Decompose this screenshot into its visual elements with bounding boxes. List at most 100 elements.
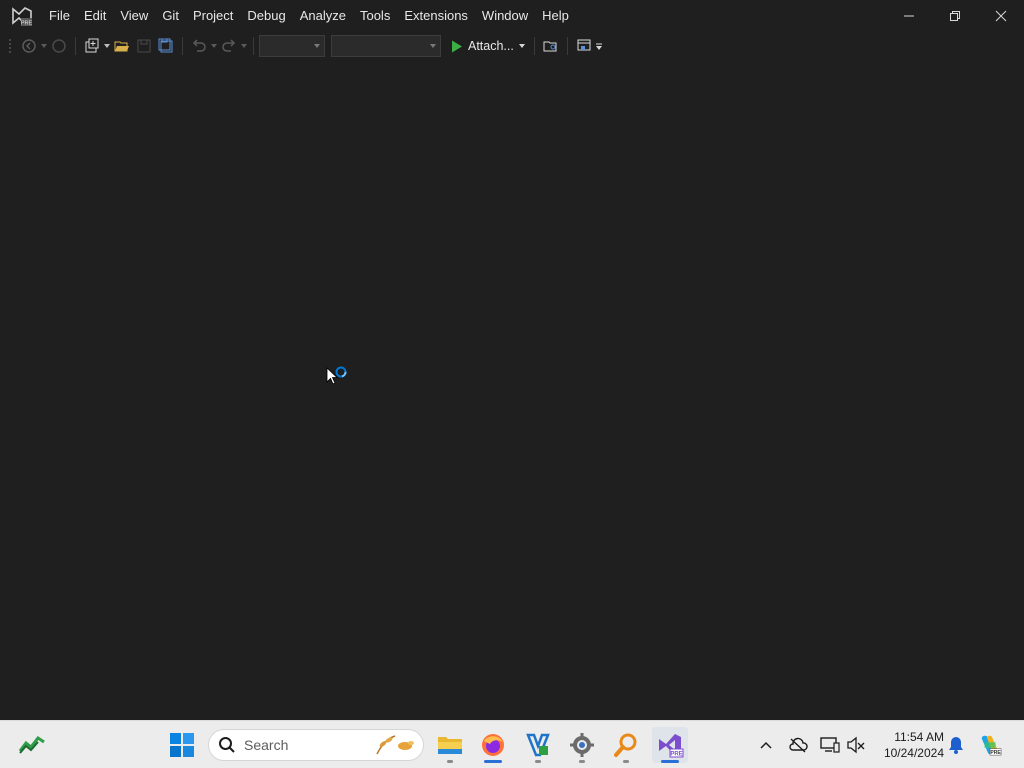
standard-toolbar: Attach... [0,32,1024,60]
new-project-dropdown[interactable] [103,35,111,57]
save-all-icon [158,38,173,53]
running-indicator [661,760,679,763]
taskbar-search-box[interactable]: Search [208,729,424,761]
redo-dropdown[interactable] [240,35,248,57]
window-layout-button[interactable] [573,35,595,57]
running-indicator [623,760,629,763]
forward-icon [52,39,66,53]
tray-network[interactable] [818,733,842,757]
chevron-down-icon [41,44,47,48]
restore-icon [950,11,960,21]
navigate-back-button[interactable] [18,35,40,57]
solution-configuration-combo[interactable] [259,35,325,57]
taskbar-visual-studio-installer[interactable] [520,727,556,763]
undo-button[interactable] [188,35,210,57]
chevron-down-icon [211,44,217,48]
attach-button[interactable]: Attach... [447,35,529,57]
taskbar-search-tool[interactable] [608,727,644,763]
notifications-button[interactable] [944,733,968,757]
running-indicator [535,760,541,763]
visual-studio-preview-icon: PRE [659,734,684,758]
menu-bar: File Edit View Git Project Debug Analyze… [42,0,576,32]
autumn-leaves-icon [376,735,414,755]
save-icon [137,39,151,53]
undo-icon [192,39,206,52]
window-controls [886,0,1024,32]
solution-platform-combo[interactable] [331,35,441,57]
new-project-button[interactable] [81,35,103,57]
main-workspace[interactable] [0,60,1024,720]
clock-date: 10/24/2024 [883,746,944,760]
menu-view[interactable]: View [113,0,155,32]
taskbar: Search PRE 11:54 AM 10/24/2024 PRE [0,720,1024,768]
taskbar-clock[interactable]: 11:54 AM 10/24/2024 [872,729,944,761]
clock-time: 11:54 AM [894,730,944,744]
taskbar-settings[interactable] [564,727,600,763]
chevron-down-icon [314,44,320,48]
running-indicator [447,760,453,763]
menu-git[interactable]: Git [155,0,186,32]
show-hidden-icons-button[interactable] [754,733,778,757]
visual-studio-logo-icon[interactable]: PRE [10,4,34,28]
running-indicator [579,760,585,763]
save-button[interactable] [133,35,155,57]
menu-project[interactable]: Project [186,0,240,32]
visual-studio-installer-icon [526,733,550,757]
menu-analyze[interactable]: Analyze [293,0,353,32]
tray-onedrive[interactable] [786,733,810,757]
bell-icon [949,737,963,754]
close-button[interactable] [978,0,1024,32]
redo-button[interactable] [218,35,240,57]
run-icon [452,40,462,52]
magnifier-icon [614,733,637,757]
toolbar-separator [253,37,254,55]
menu-extensions[interactable]: Extensions [397,0,475,32]
minimize-icon [904,15,914,17]
save-all-button[interactable] [155,35,177,57]
menu-tools[interactable]: Tools [353,0,397,32]
open-file-button[interactable] [111,35,133,57]
stock-chart-icon [18,735,45,754]
toolbar-separator [566,37,568,55]
copilot-icon: PRE [981,735,1001,756]
menu-help[interactable]: Help [535,0,576,32]
chevron-down-icon [430,44,436,48]
cloud-offline-icon [789,737,808,753]
chevron-up-icon [760,741,772,749]
minimize-button[interactable] [886,0,932,32]
chevron-down-icon [104,44,110,48]
windows-logo-icon [170,733,194,757]
menu-edit[interactable]: Edit [77,0,113,32]
toolbar-grip-icon[interactable] [8,37,14,55]
search-icon [219,737,235,753]
taskbar-file-explorer[interactable] [432,727,468,763]
taskbar-firefox[interactable] [475,727,511,763]
restore-button[interactable] [932,0,978,32]
navigate-forward-button[interactable] [48,35,70,57]
open-folder-icon [114,41,129,52]
gear-icon [570,733,594,757]
attach-label: Attach... [468,39,514,53]
search-placeholder: Search [244,737,289,753]
start-button[interactable] [168,731,196,759]
redo-icon [222,39,236,52]
widgets-button[interactable] [18,733,46,757]
taskbar-visual-studio-preview[interactable]: PRE [652,727,688,763]
navigate-back-dropdown[interactable] [40,35,48,57]
undo-dropdown[interactable] [210,35,218,57]
toolbar-overflow-dropdown[interactable] [595,35,603,57]
tray-volume[interactable] [844,733,868,757]
menu-file[interactable]: File [42,0,77,32]
menu-debug[interactable]: Debug [240,0,292,32]
menu-window[interactable]: Window [475,0,535,32]
svg-text:PRE: PRE [21,21,33,27]
new-project-icon [85,38,99,53]
running-indicator [484,760,502,763]
folder-icon [438,737,462,754]
copilot-button[interactable]: PRE [978,733,1002,757]
back-icon [22,39,36,53]
find-in-files-button[interactable] [540,35,562,57]
folder-search-icon [543,41,557,52]
close-icon [995,10,1007,22]
speaker-muted-icon [847,736,865,754]
